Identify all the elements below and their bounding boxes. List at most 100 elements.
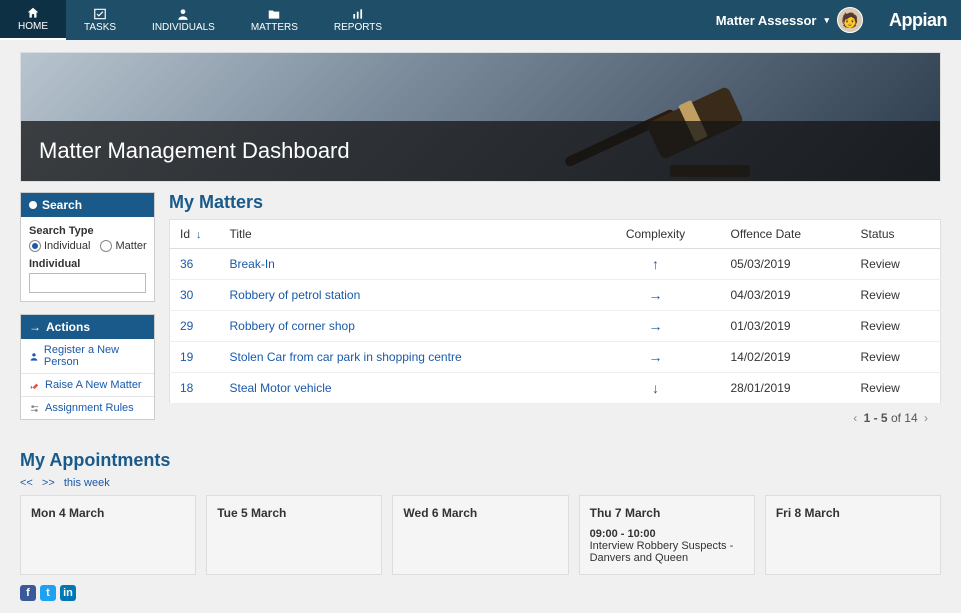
action-label: Raise A New Matter [45,379,142,391]
top-nav: HOME TASKS INDIVIDUALS MATTERS REPORTS M… [0,0,961,40]
social-links: f t in [20,585,941,601]
nav-individuals[interactable]: INDIVIDUALS [134,0,233,40]
action-label: Register a New Person [44,344,146,368]
appts-prev[interactable]: << [20,477,33,489]
user-label: Matter Assessor [716,13,817,28]
day-card: Wed 6 March [392,495,568,575]
actions-panel-title: Actions [46,320,90,334]
matter-title-link[interactable]: Robbery of corner shop [230,319,355,333]
nav-reports[interactable]: REPORTS [316,0,400,40]
pager-next[interactable]: › [921,411,931,425]
complexity-down-icon: ↓ [652,380,659,396]
action-link[interactable]: Assignment Rules [21,397,154,419]
avatar: 🧑 [837,7,863,33]
status: Review [851,249,941,280]
table-row: 19 Stolen Car from car park in shopping c… [170,342,941,373]
pager-range: 1 - 5 [864,411,888,425]
event-title[interactable]: Interview Robbery Suspects - Danvers and… [590,540,744,564]
radio-icon [29,240,41,252]
action-link[interactable]: Raise A New Matter [21,374,154,396]
pager-prev[interactable]: ‹ [850,411,860,425]
nav-home-label: HOME [18,21,48,32]
day-card: Thu 7 March 09:00 - 10:00Interview Robber… [579,495,755,575]
chevron-down-icon: ▾ [824,15,829,26]
my-appointments-title: My Appointments [20,450,941,471]
action-link[interactable]: Register a New Person [21,339,154,373]
search-panel-title: Search [42,198,82,212]
day-card: Fri 8 March [765,495,941,575]
appointments-nav: << >> this week [20,477,941,489]
sort-indicator-icon: ↓ [196,229,202,241]
user-menu[interactable]: Matter Assessor ▾ 🧑 [704,0,875,40]
offence-date: 28/01/2019 [721,373,851,404]
arrow-right-icon: → [29,320,41,334]
pager: ‹ 1 - 5 of 14 › [169,404,941,432]
table-row: 29Robbery of corner shop→01/03/2019Revie… [170,311,941,342]
matter-id-link[interactable]: 29 [180,319,193,333]
nav-tasks[interactable]: TASKS [66,0,134,40]
day-name: Wed 6 March [403,506,557,520]
appts-range-label[interactable]: this week [64,477,110,489]
search-panel-header: Search [21,193,154,217]
matter-title-link[interactable]: Stolen Car from car park in shopping cen… [230,350,462,364]
radio-icon [100,240,112,252]
col-offence-date[interactable]: Offence Date [721,220,851,249]
matters-table: Id↓ Title Complexity Offence Date Status… [169,219,941,404]
table-row: 18 Steal Motor vehicle ↓ 28/01/2019Review [170,373,941,404]
individuals-icon [176,7,190,21]
status: Review [851,280,941,311]
matter-id-link[interactable]: 19 [180,350,193,364]
offence-date: 01/03/2019 [721,311,851,342]
status: Review [851,311,941,342]
radio-matter[interactable]: Matter [100,240,146,252]
status: Review [851,342,941,373]
search-input[interactable] [29,273,146,293]
reports-icon [351,7,365,21]
nav-matters[interactable]: MATTERS [233,0,316,40]
matter-id-link[interactable]: 30 [180,288,193,302]
pager-total: 14 [904,411,917,425]
nav-reports-label: REPORTS [334,22,382,33]
offence-date: 05/03/2019 [721,249,851,280]
actions-panel-header: → Actions [21,315,154,339]
status: Review [851,373,941,404]
table-row: 36 Break-In ↑ 05/03/2019Review [170,249,941,280]
matter-id-link[interactable]: 36 [180,257,193,271]
day-name: Thu 7 March [590,506,744,520]
day-name: Tue 5 March [217,506,371,520]
search-field-label: Individual [29,258,146,270]
event-time: 09:00 - 10:00 [590,528,744,540]
home-icon [26,6,40,20]
col-complexity[interactable]: Complexity [591,220,721,249]
facebook-icon[interactable]: f [20,585,36,601]
complexity-right-icon: → [649,349,663,365]
matter-title-link[interactable]: Steal Motor vehicle [230,381,332,395]
col-title[interactable]: Title [220,220,591,249]
matter-title-link[interactable]: Robbery of petrol station [230,288,361,302]
linkedin-icon[interactable]: in [60,585,76,601]
col-id[interactable]: Id↓ [170,220,220,249]
matter-title-link[interactable]: Break-In [230,257,275,271]
table-row: 30Robbery of petrol station→04/03/2019Re… [170,280,941,311]
day-card: Tue 5 March [206,495,382,575]
my-matters-title: My Matters [169,192,941,213]
day-name: Fri 8 March [776,506,930,520]
nav-matters-label: MATTERS [251,22,298,33]
nav-tasks-label: TASKS [84,22,116,33]
search-panel: Search Search Type Individual Matter Ind… [20,192,155,302]
search-type-label: Search Type [29,225,146,237]
appts-next[interactable]: >> [42,477,55,489]
banner: Matter Management Dashboard [20,52,941,182]
complexity-right-icon: → [649,287,663,303]
bullet-icon [29,201,37,209]
col-status[interactable]: Status [851,220,941,249]
day-name: Mon 4 March [31,506,185,520]
offence-date: 14/02/2019 [721,342,851,373]
day-card: Mon 4 March [20,495,196,575]
radio-individual[interactable]: Individual [29,240,90,252]
complexity-up-icon: ↑ [652,256,659,272]
page-title: Matter Management Dashboard [39,138,350,164]
matter-id-link[interactable]: 18 [180,381,193,395]
twitter-icon[interactable]: t [40,585,56,601]
nav-home[interactable]: HOME [0,0,66,40]
